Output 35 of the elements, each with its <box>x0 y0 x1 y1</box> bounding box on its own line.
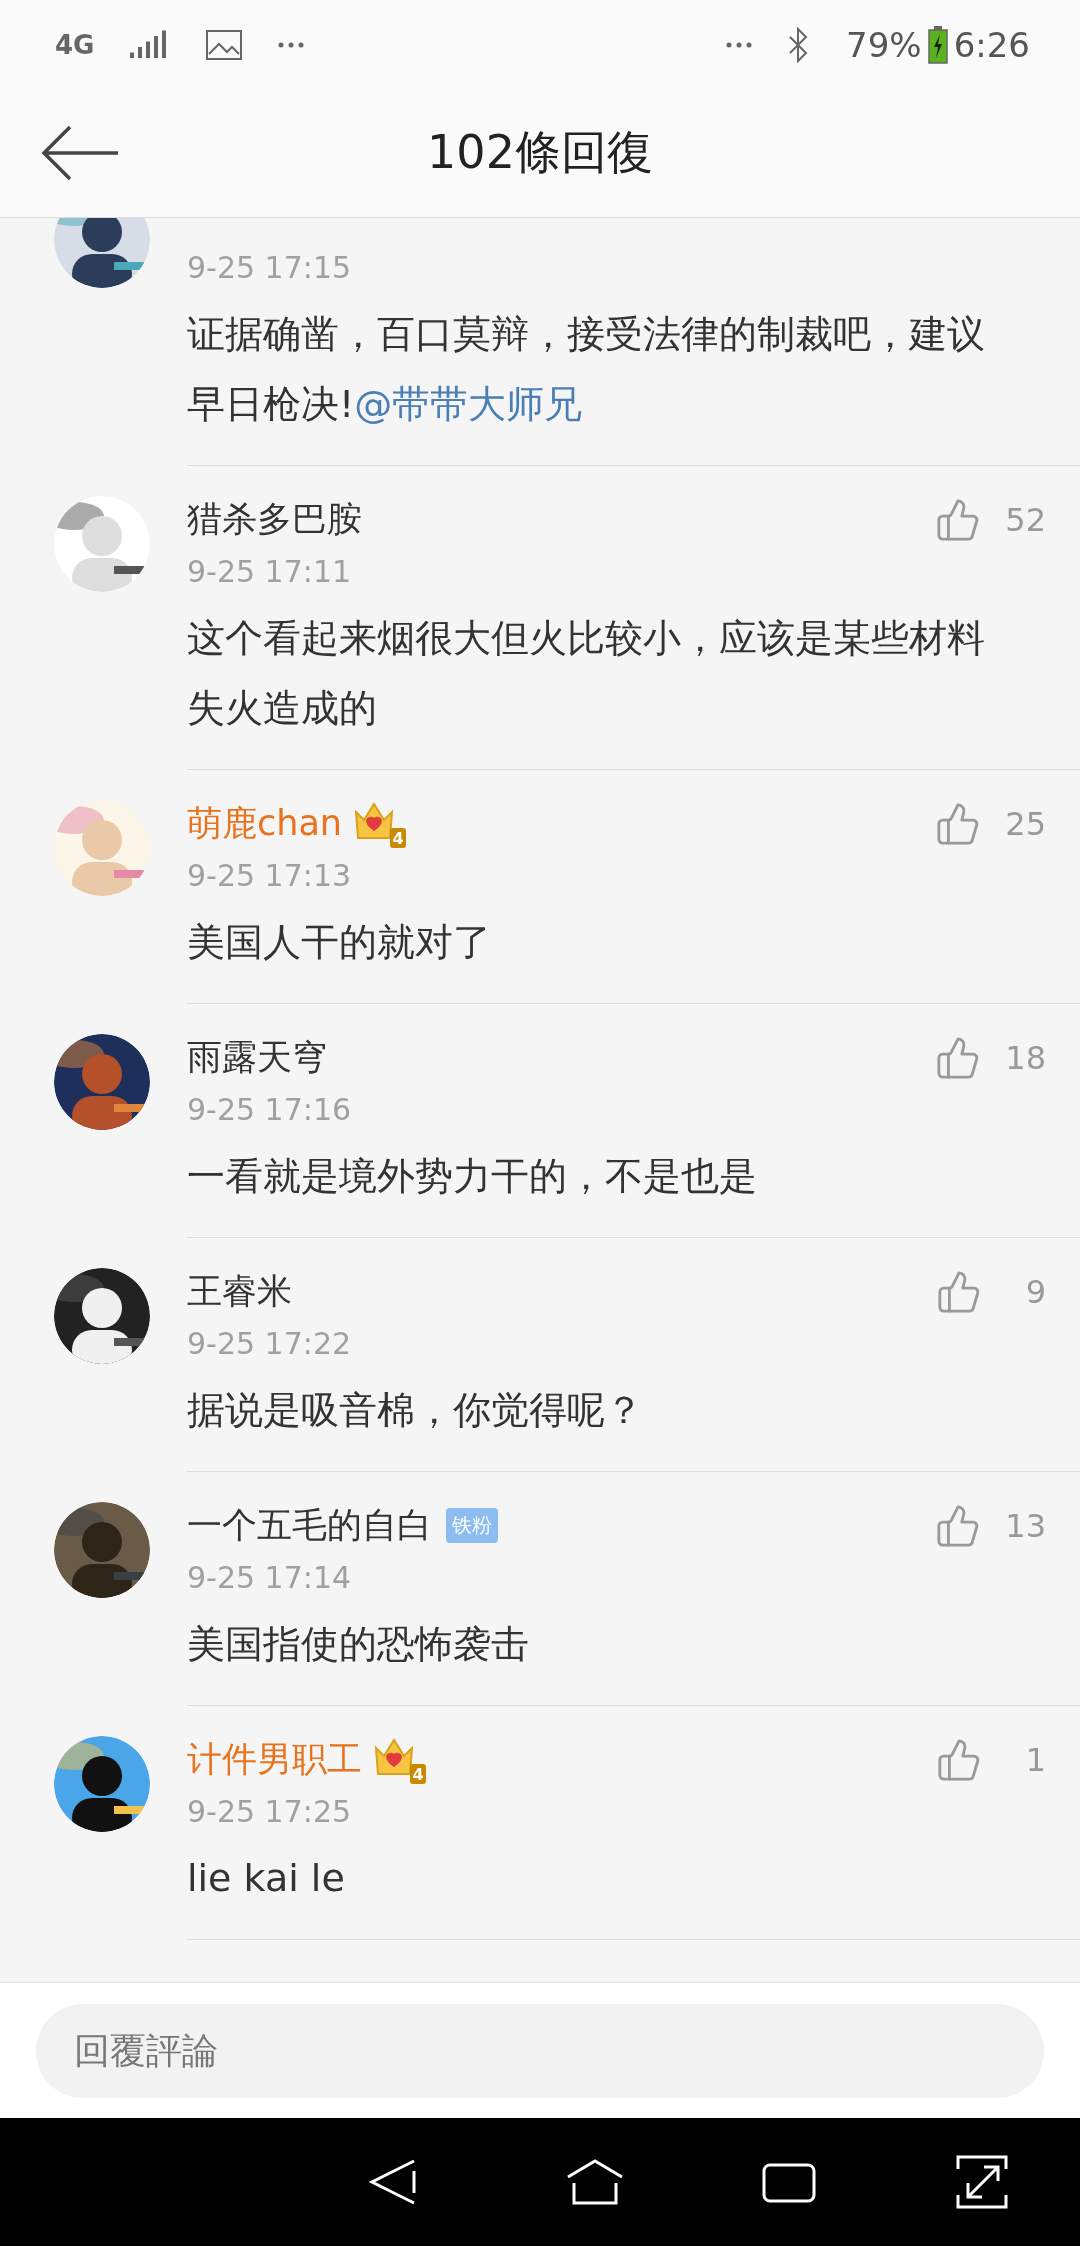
mention-link[interactable]: @带带大师兄 <box>354 381 583 426</box>
fan-badge: 铁粉 <box>446 1508 498 1544</box>
reply-field[interactable]: 回覆評論 <box>36 2003 1044 2098</box>
user-name[interactable]: 一个五毛的自白 <box>187 1502 432 1550</box>
comment-time: 9-25 17:25 <box>187 1793 353 1829</box>
comment-text: lie kai le <box>187 1854 346 1902</box>
comment-text: 这个看起来烟很大但火比较小，应该是某些材料失火造成的 <box>187 614 986 732</box>
comment-text: 据说是吸音棉，你觉得呢？ <box>187 1386 644 1434</box>
image-icon <box>206 29 243 60</box>
comment-text: 美国人干的就对了 <box>187 918 492 966</box>
like-count: 1 <box>1024 1740 1046 1779</box>
comment-time: 9-25 17:22 <box>187 1325 353 1361</box>
user-name[interactable]: 猎杀多巴胺 <box>187 496 362 544</box>
comment-time: 9-25 17:13 <box>187 857 353 893</box>
like-count: 52 <box>1005 500 1046 539</box>
user-name[interactable]: 雨露天穹 <box>187 1034 327 1082</box>
comment-time: 9-25 17:11 <box>187 553 353 589</box>
network-indicator: 4G <box>55 29 95 60</box>
comment-text: 一看就是境外势力干的，不是也是 <box>187 1152 758 1200</box>
more-icon <box>278 41 305 48</box>
battery-icon <box>927 25 948 64</box>
clock: 6:26 <box>953 24 1030 65</box>
comment-time: 9-25 17:16 <box>187 1091 353 1127</box>
battery-percent: 79% <box>846 24 922 65</box>
comment-text: 美国指使的恐怖袭击 <box>187 1620 530 1668</box>
like-count: 25 <box>1005 804 1046 843</box>
more-icon <box>726 41 753 48</box>
comment-time: 9-25 17:14 <box>187 1559 353 1595</box>
user-name[interactable]: 王睿米 <box>187 1268 292 1316</box>
page-title: 102條回復 <box>427 124 653 182</box>
comment-text: 证据确凿，百口莫辩，接受法律的制裁吧，建议早日枪决!@带带大师兄 <box>187 310 986 428</box>
like-count: 9 <box>1024 1272 1046 1311</box>
like-count: 18 <box>1005 1038 1046 1077</box>
comment-time: 9-25 17:15 <box>187 249 353 285</box>
like-count: 13 <box>1005 1506 1046 1545</box>
